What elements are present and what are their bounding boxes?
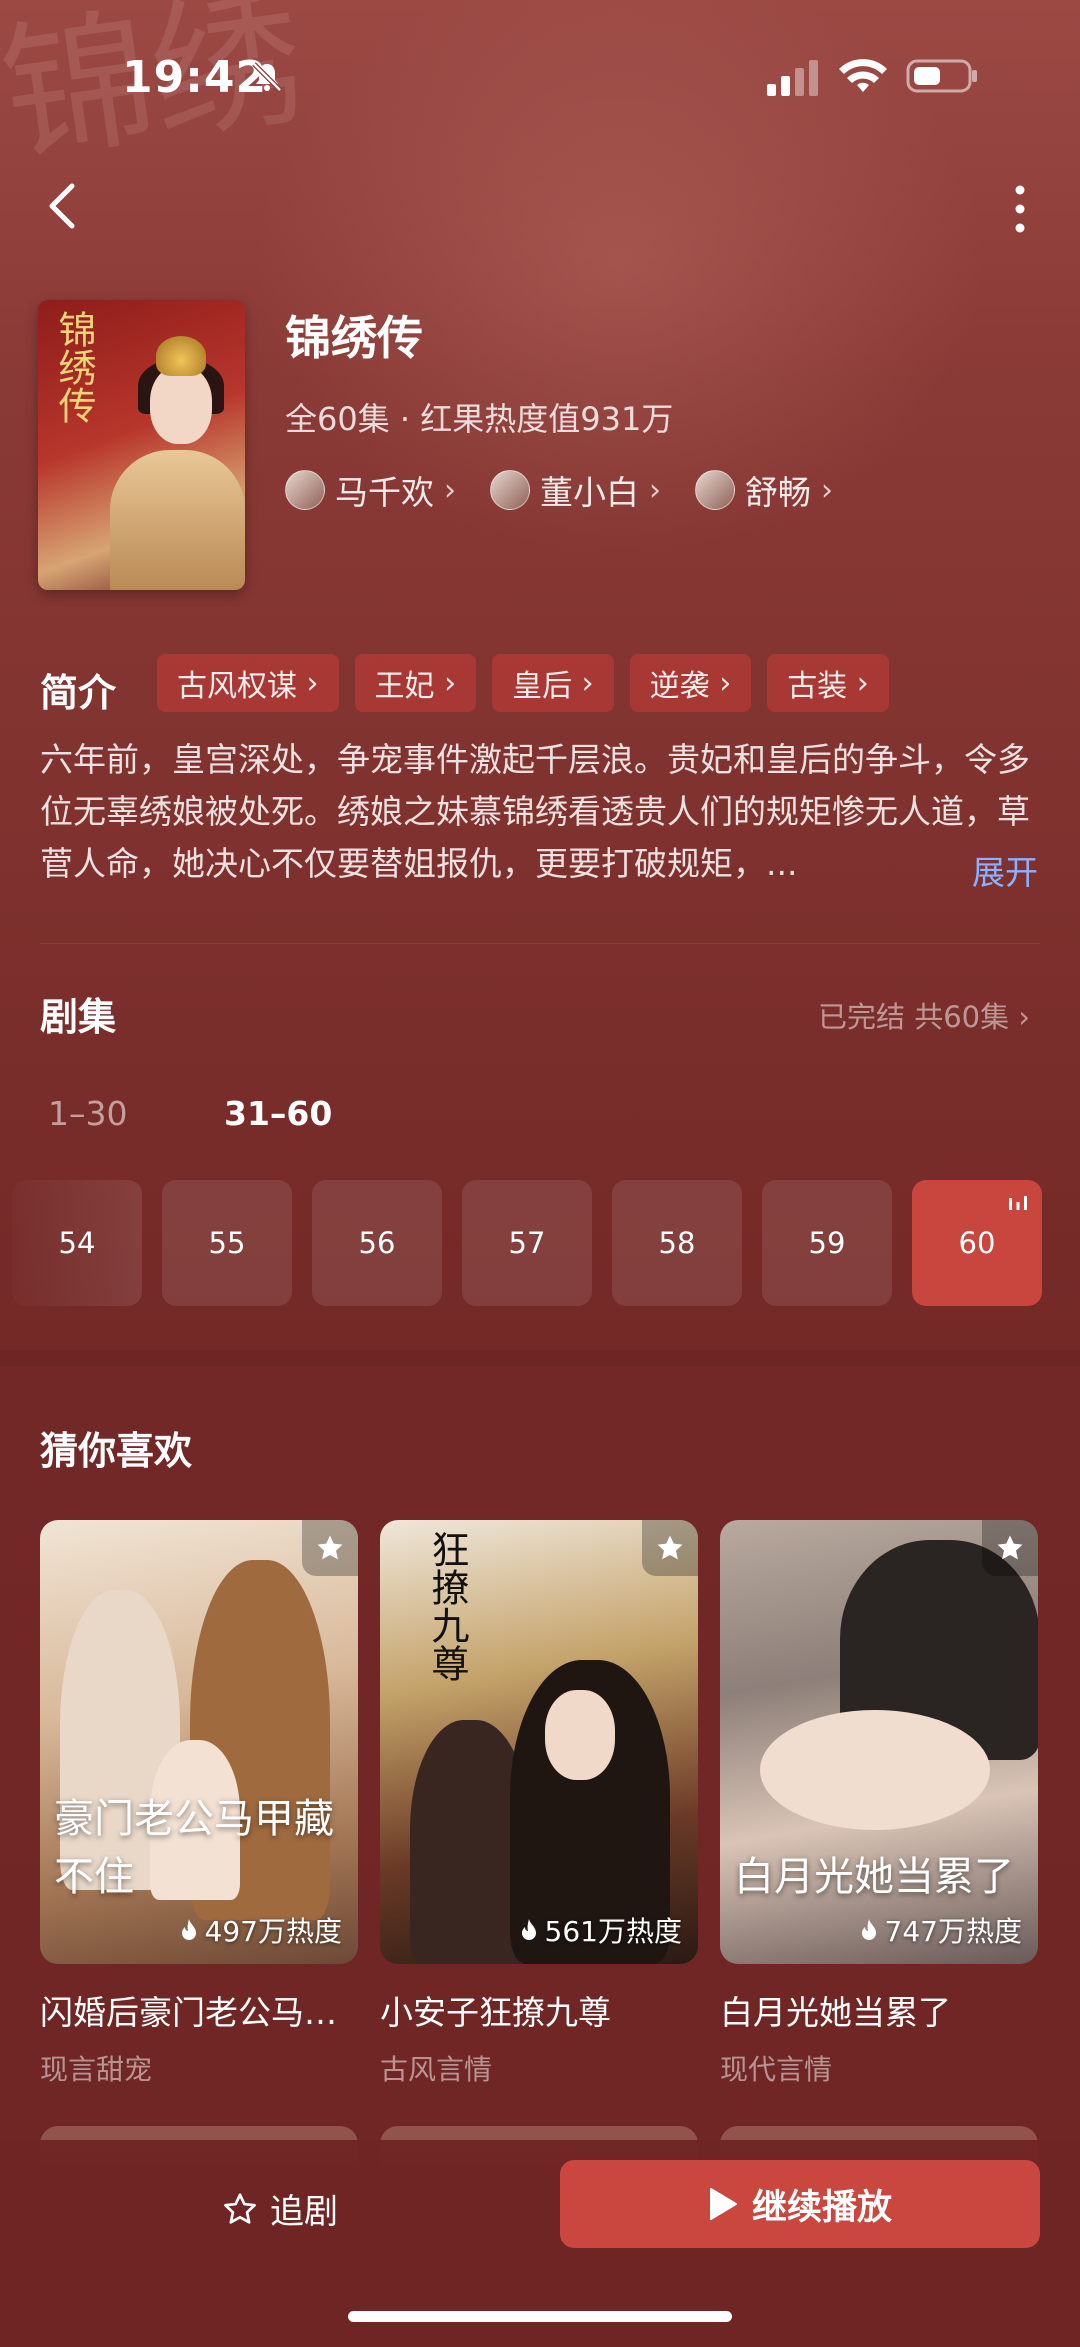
range-tab-selected[interactable]: 31–60 <box>224 1094 332 1133</box>
follow-button[interactable]: 追剧 <box>222 2184 338 2233</box>
chevron-right-icon: › <box>581 665 594 701</box>
card-title: 闪婚后豪门老公马甲藏不住了 <box>40 1993 358 2032</box>
cover-title: 豪门老公马甲藏不住 <box>54 1796 334 1900</box>
poster-title: 锦绣传 <box>52 310 96 424</box>
avatar <box>695 470 735 510</box>
tag-chip[interactable]: 古装 › <box>767 654 889 712</box>
continue-play-button[interactable]: 继续播放 <box>560 2160 1040 2248</box>
card-title: 小安子狂撩九尊 <box>380 1993 611 2032</box>
chevron-right-icon: › <box>306 665 319 701</box>
play-icon <box>709 2188 737 2220</box>
tag-label: 王妃 <box>374 669 435 704</box>
episode-button[interactable]: 59 <box>762 1180 892 1306</box>
show-poster: 锦绣传 <box>38 300 245 590</box>
more-icon[interactable] <box>1000 182 1040 236</box>
tag-label: 古装 <box>787 669 848 704</box>
status-time: 19:42 <box>122 52 268 103</box>
star-icon[interactable] <box>982 1520 1038 1576</box>
intro-label: 简介 <box>40 671 117 715</box>
recommend-list: 豪门老公马甲藏不住 497万热度 闪婚后豪门老公马甲藏不住了 现言甜宠 狂撩九尊… <box>40 1520 1038 2088</box>
chevron-right-icon: › <box>444 472 456 508</box>
card-genre: 现代言情 <box>720 2053 833 2086</box>
cover-title: 狂撩九尊 <box>425 1530 469 1682</box>
tag-label: 皇后 <box>512 669 573 704</box>
card-cover: 白月光她当累了 747万热度 <box>720 1520 1038 1964</box>
episode-grid: 54 55 56 57 58 59 60 <box>12 1180 1042 1306</box>
recommend-card[interactable]: 白月光她当累了 747万热度 白月光她当累了 现代言情 <box>720 1520 1038 2088</box>
heat-badge: 497万热度 <box>179 1910 342 1950</box>
section-separator <box>0 1350 1080 1366</box>
show-meta: 全60集 · 红果热度值931万 <box>285 400 674 438</box>
cast-item[interactable]: 董小白 › <box>490 466 661 514</box>
tag-list: 古风权谋 › 王妃 › 皇后 › 逆袭 › 古装 › <box>157 654 889 712</box>
heat-badge: 747万热度 <box>859 1910 1022 1950</box>
flame-icon <box>861 1919 876 1940</box>
cast-item[interactable]: 舒畅 › <box>695 466 833 514</box>
back-icon[interactable] <box>40 178 88 234</box>
play-label: 继续播放 <box>751 2187 892 2228</box>
episode-button[interactable]: 54 <box>12 1180 142 1306</box>
expand-link[interactable]: 展开 <box>972 846 1038 894</box>
episode-button[interactable]: 58 <box>612 1180 742 1306</box>
signal-icon <box>767 60 818 96</box>
chevron-right-icon: › <box>821 472 833 508</box>
show-title: 锦绣传 <box>285 311 423 365</box>
background-calligraphy: 锦绣 <box>0 0 314 185</box>
battery-icon <box>906 59 977 93</box>
cast-name: 舒畅 <box>745 473 811 512</box>
card-cover: 豪门老公马甲藏不住 497万热度 <box>40 1520 358 1964</box>
tag-label: 古风权谋 <box>177 669 297 704</box>
recommend-card[interactable]: 豪门老公马甲藏不住 497万热度 闪婚后豪门老公马甲藏不住了 现言甜宠 <box>40 1520 358 2088</box>
card-genre: 现言甜宠 <box>40 2053 153 2086</box>
card-title: 白月光她当累了 <box>720 1993 951 2032</box>
cast-name: 董小白 <box>540 473 639 512</box>
bell-muted-icon <box>252 62 282 92</box>
cast-list: 马千欢 › 董小白 › 舒畅 › <box>285 466 833 514</box>
follow-label: 追剧 <box>270 2192 338 2232</box>
tag-chip[interactable]: 逆袭 › <box>629 654 752 712</box>
card-cover: 狂撩九尊 561万热度 <box>380 1520 698 1964</box>
tag-label: 逆袭 <box>649 669 710 704</box>
cast-name: 马千欢 <box>335 473 434 512</box>
episodes-status[interactable]: 已完结 共60集 › <box>818 994 1030 1036</box>
star-icon[interactable] <box>642 1520 698 1576</box>
heat-badge: 561万热度 <box>519 1910 682 1950</box>
tag-chip[interactable]: 皇后 › <box>492 654 614 712</box>
recommend-label: 猜你喜欢 <box>40 1429 193 1473</box>
episode-button[interactable]: 56 <box>312 1180 442 1306</box>
card-genre: 古风言情 <box>380 2053 493 2086</box>
divider <box>40 943 1040 944</box>
episode-button-current[interactable]: 60 <box>912 1180 1042 1306</box>
show-description: 六年前，皇宫深处，争宠事件激起千层浪。贵妃和皇后的争斗，令多位无辜绣娘被处死。绣… <box>40 740 1030 883</box>
wifi-icon <box>839 59 887 92</box>
star-icon <box>224 2192 256 2224</box>
flame-icon <box>521 1919 536 1940</box>
cast-item[interactable]: 马千欢 › <box>285 466 456 514</box>
range-tab[interactable]: 1–30 <box>48 1094 128 1133</box>
star-icon[interactable] <box>302 1520 358 1576</box>
chevron-right-icon: › <box>649 472 661 508</box>
episode-button[interactable]: 55 <box>162 1180 292 1306</box>
avatar <box>285 470 325 510</box>
episode-number: 60 <box>958 1226 996 1260</box>
playing-indicator-icon <box>1009 1196 1027 1210</box>
cover-title: 白月光她当累了 <box>734 1854 1014 1900</box>
tag-chip[interactable]: 王妃 › <box>354 654 477 712</box>
flame-icon <box>181 1919 196 1940</box>
recommend-card[interactable]: 狂撩九尊 561万热度 小安子狂撩九尊 古风言情 <box>380 1520 698 2088</box>
episodes-label: 剧集 <box>40 995 117 1039</box>
chevron-right-icon: › <box>856 665 869 701</box>
chevron-right-icon: › <box>444 665 457 701</box>
chevron-right-icon: › <box>719 665 732 701</box>
chevron-right-icon: › <box>1018 1000 1030 1034</box>
home-indicator[interactable] <box>348 2311 732 2322</box>
tag-chip[interactable]: 古风权谋 › <box>157 654 339 712</box>
episode-button[interactable]: 57 <box>462 1180 592 1306</box>
avatar <box>490 470 530 510</box>
